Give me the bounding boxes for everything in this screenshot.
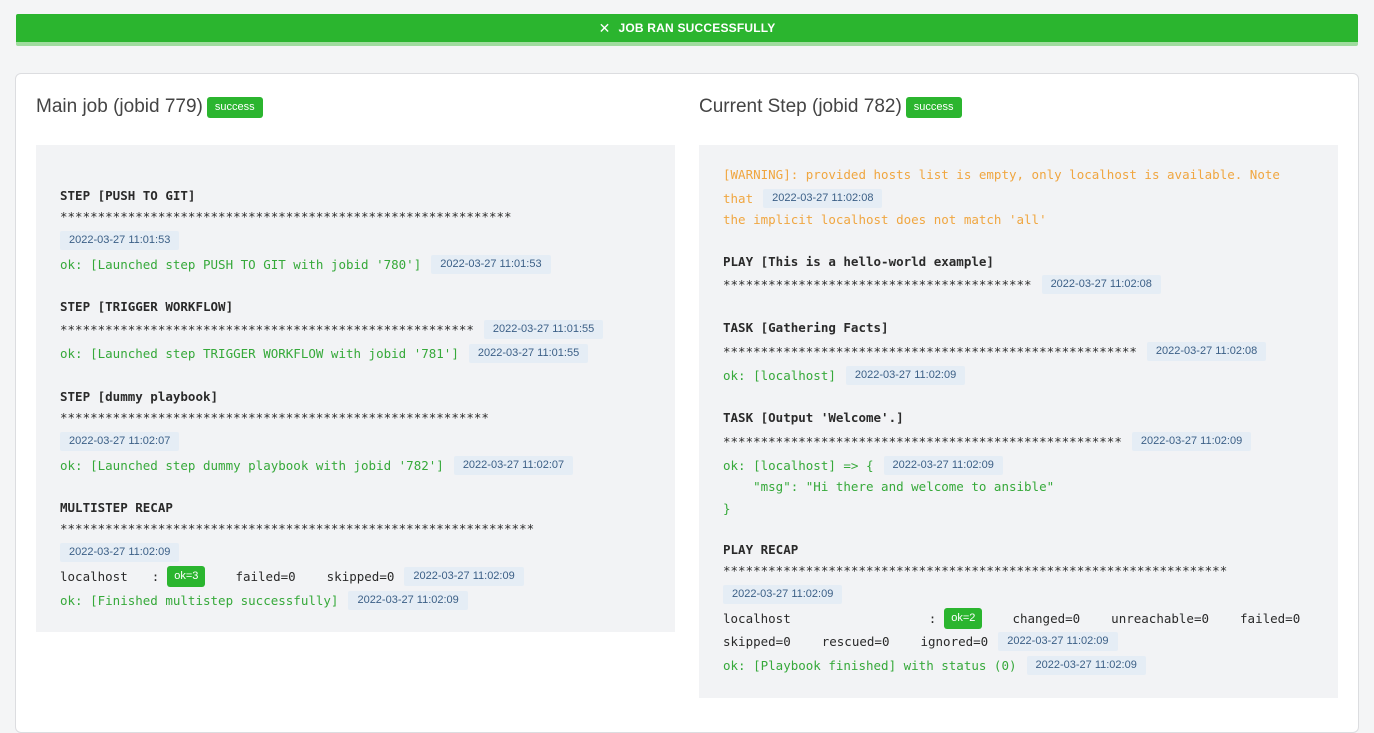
log-line: ok: [localhost] 2022-03-27 11:02:09 [723, 366, 966, 385]
log-text: ok: [localhost] [723, 367, 836, 383]
log-line: ****************************************… [723, 432, 1252, 451]
log-text: : [928, 610, 937, 626]
timestamp: 2022-03-27 11:02:08 [1041, 275, 1161, 294]
log-line: ****************************************… [723, 342, 1267, 361]
log-line: 2022-03-27 11:02:07 [60, 432, 180, 451]
log-line: ****************************************… [723, 275, 1161, 294]
current-step-status-badge: success [905, 96, 962, 118]
timestamp: 2022-03-27 11:02:09 [998, 632, 1118, 651]
log-text: ok: [localhost] => { [723, 457, 874, 473]
log-line: skipped=0 rescued=0 ignored=0 2022-03-27… [723, 632, 1118, 651]
log-text: ****************************************… [723, 343, 1137, 359]
current-step-log: [WARNING]: provided hosts list is empty,… [699, 145, 1338, 698]
log-line: ****************************************… [723, 563, 1228, 578]
log-line: localhost : ok=2 changed=0 unreachable=0… [723, 608, 1300, 629]
log-text: ****************************************… [60, 321, 474, 337]
log-line: ok: [Launched step TRIGGER WORKFLOW with… [60, 344, 589, 363]
current-step-title: Current Step (jobid 782) [699, 96, 902, 117]
log-line: STEP [dummy playbook] [60, 389, 219, 404]
banner-text: JOB RAN SUCCESSFULLY [618, 21, 776, 35]
timestamp: 2022-03-27 11:02:07 [60, 432, 180, 451]
log-line: ok: [localhost] => { 2022-03-27 11:02:09 [723, 456, 1003, 475]
rescued-count: rescued=0 [821, 633, 890, 649]
close-icon[interactable]: ✕ [599, 20, 611, 37]
log-line: STEP [TRIGGER WORKFLOW] [60, 299, 234, 314]
log-line: ****************************************… [60, 209, 512, 224]
log-line: ok: [Playbook finished] with status (0) 2… [723, 656, 1146, 675]
log-line: ****************************************… [60, 320, 604, 339]
changed-count: changed=0 [1012, 610, 1081, 626]
log-line: PLAY [This is a hello-world example] [723, 254, 994, 269]
failed-count: failed=0 [235, 568, 296, 584]
success-banner: ✕ JOB RAN SUCCESSFULLY [16, 14, 1358, 46]
log-line: 2022-03-27 11:02:09 [723, 585, 843, 604]
log-line: 2022-03-27 11:02:09 [60, 543, 180, 562]
timestamp: 2022-03-27 11:02:08 [1146, 342, 1267, 361]
failed-count: failed=0 [1240, 610, 1301, 626]
log-line: TASK [Gathering Facts] [723, 320, 889, 335]
timestamp: 2022-03-27 11:02:07 [453, 456, 574, 475]
host-name: localhost [723, 610, 791, 626]
log-text: ok: [Launched step dummy playbook with j… [60, 457, 444, 473]
log-line: TASK [Output 'Welcome'.] [723, 410, 904, 425]
log-text: ok: [Launched step TRIGGER WORKFLOW with… [60, 345, 459, 361]
timestamp: 2022-03-27 11:02:09 [723, 585, 843, 604]
warning-line: [WARNING]: provided hosts list is empty,… [723, 167, 1280, 182]
log-line: ****************************************… [60, 521, 535, 536]
warning-line: the implicit localhost does not match 'a… [723, 212, 1047, 227]
log-text: : [151, 568, 160, 584]
log-text: ****************************************… [723, 433, 1122, 449]
timestamp: 2022-03-27 11:01:53 [60, 231, 180, 250]
timestamp: 2022-03-27 11:02:09 [883, 456, 1003, 475]
log-line: PLAY RECAP [723, 542, 799, 557]
log-line: ok: [Launched step dummy playbook with j… [60, 456, 574, 475]
skipped-count: skipped=0 [723, 633, 791, 649]
log-line: localhost : ok=3 failed=0 skipped=0 2022… [60, 566, 524, 587]
log-text: ok: [Finished multistep successfully] [60, 592, 339, 608]
log-line: "msg": "Hi there and welcome to ansible" [723, 479, 1055, 494]
timestamp: 2022-03-27 11:02:09 [845, 366, 966, 385]
timestamp: 2022-03-27 11:02:08 [763, 189, 883, 208]
current-step-title-row: Current Step (jobid 782) success [699, 96, 962, 118]
host-name: localhost [60, 568, 128, 584]
timestamp: 2022-03-27 11:01:55 [468, 344, 589, 363]
log-line: STEP [PUSH TO GIT] [60, 188, 196, 203]
timestamp: 2022-03-27 11:02:09 [1131, 432, 1252, 451]
timestamp: 2022-03-27 11:01:55 [483, 320, 604, 339]
log-line: MULTISTEP RECAP [60, 500, 173, 515]
ignored-count: ignored=0 [920, 633, 989, 649]
log-line: } [723, 501, 731, 516]
log-line: ok: [Launched step PUSH TO GIT with jobi… [60, 255, 551, 274]
skipped-count: skipped=0 [326, 568, 395, 584]
main-job-title-row: Main job (jobid 779) success [36, 96, 263, 118]
timestamp: 2022-03-27 11:01:53 [431, 255, 551, 274]
timestamp: 2022-03-27 11:02:09 [60, 543, 180, 562]
log-line: ok: [Finished multistep successfully] 202… [60, 591, 468, 610]
ok-count-badge: ok=3 [167, 566, 206, 587]
log-text: ok: [Launched step PUSH TO GIT with jobi… [60, 256, 422, 272]
timestamp: 2022-03-27 11:02:09 [1026, 656, 1146, 675]
log-text: ok: [Playbook finished] with status (0) [723, 657, 1017, 673]
main-job-title: Main job (jobid 779) [36, 96, 203, 117]
log-line: 2022-03-27 11:01:53 [60, 231, 180, 250]
timestamp: 2022-03-27 11:02:09 [348, 591, 468, 610]
main-job-log: STEP [PUSH TO GIT] *********************… [36, 145, 675, 632]
timestamp: 2022-03-27 11:02:09 [404, 567, 524, 586]
log-line: ****************************************… [60, 410, 489, 425]
unreachable-count: unreachable=0 [1111, 610, 1210, 626]
main-job-status-badge: success [206, 96, 263, 118]
warning-line: that 2022-03-27 11:02:08 [723, 189, 883, 208]
log-text: ****************************************… [723, 276, 1032, 292]
ok-count-badge: ok=2 [944, 608, 983, 629]
log-text: that [723, 190, 754, 206]
